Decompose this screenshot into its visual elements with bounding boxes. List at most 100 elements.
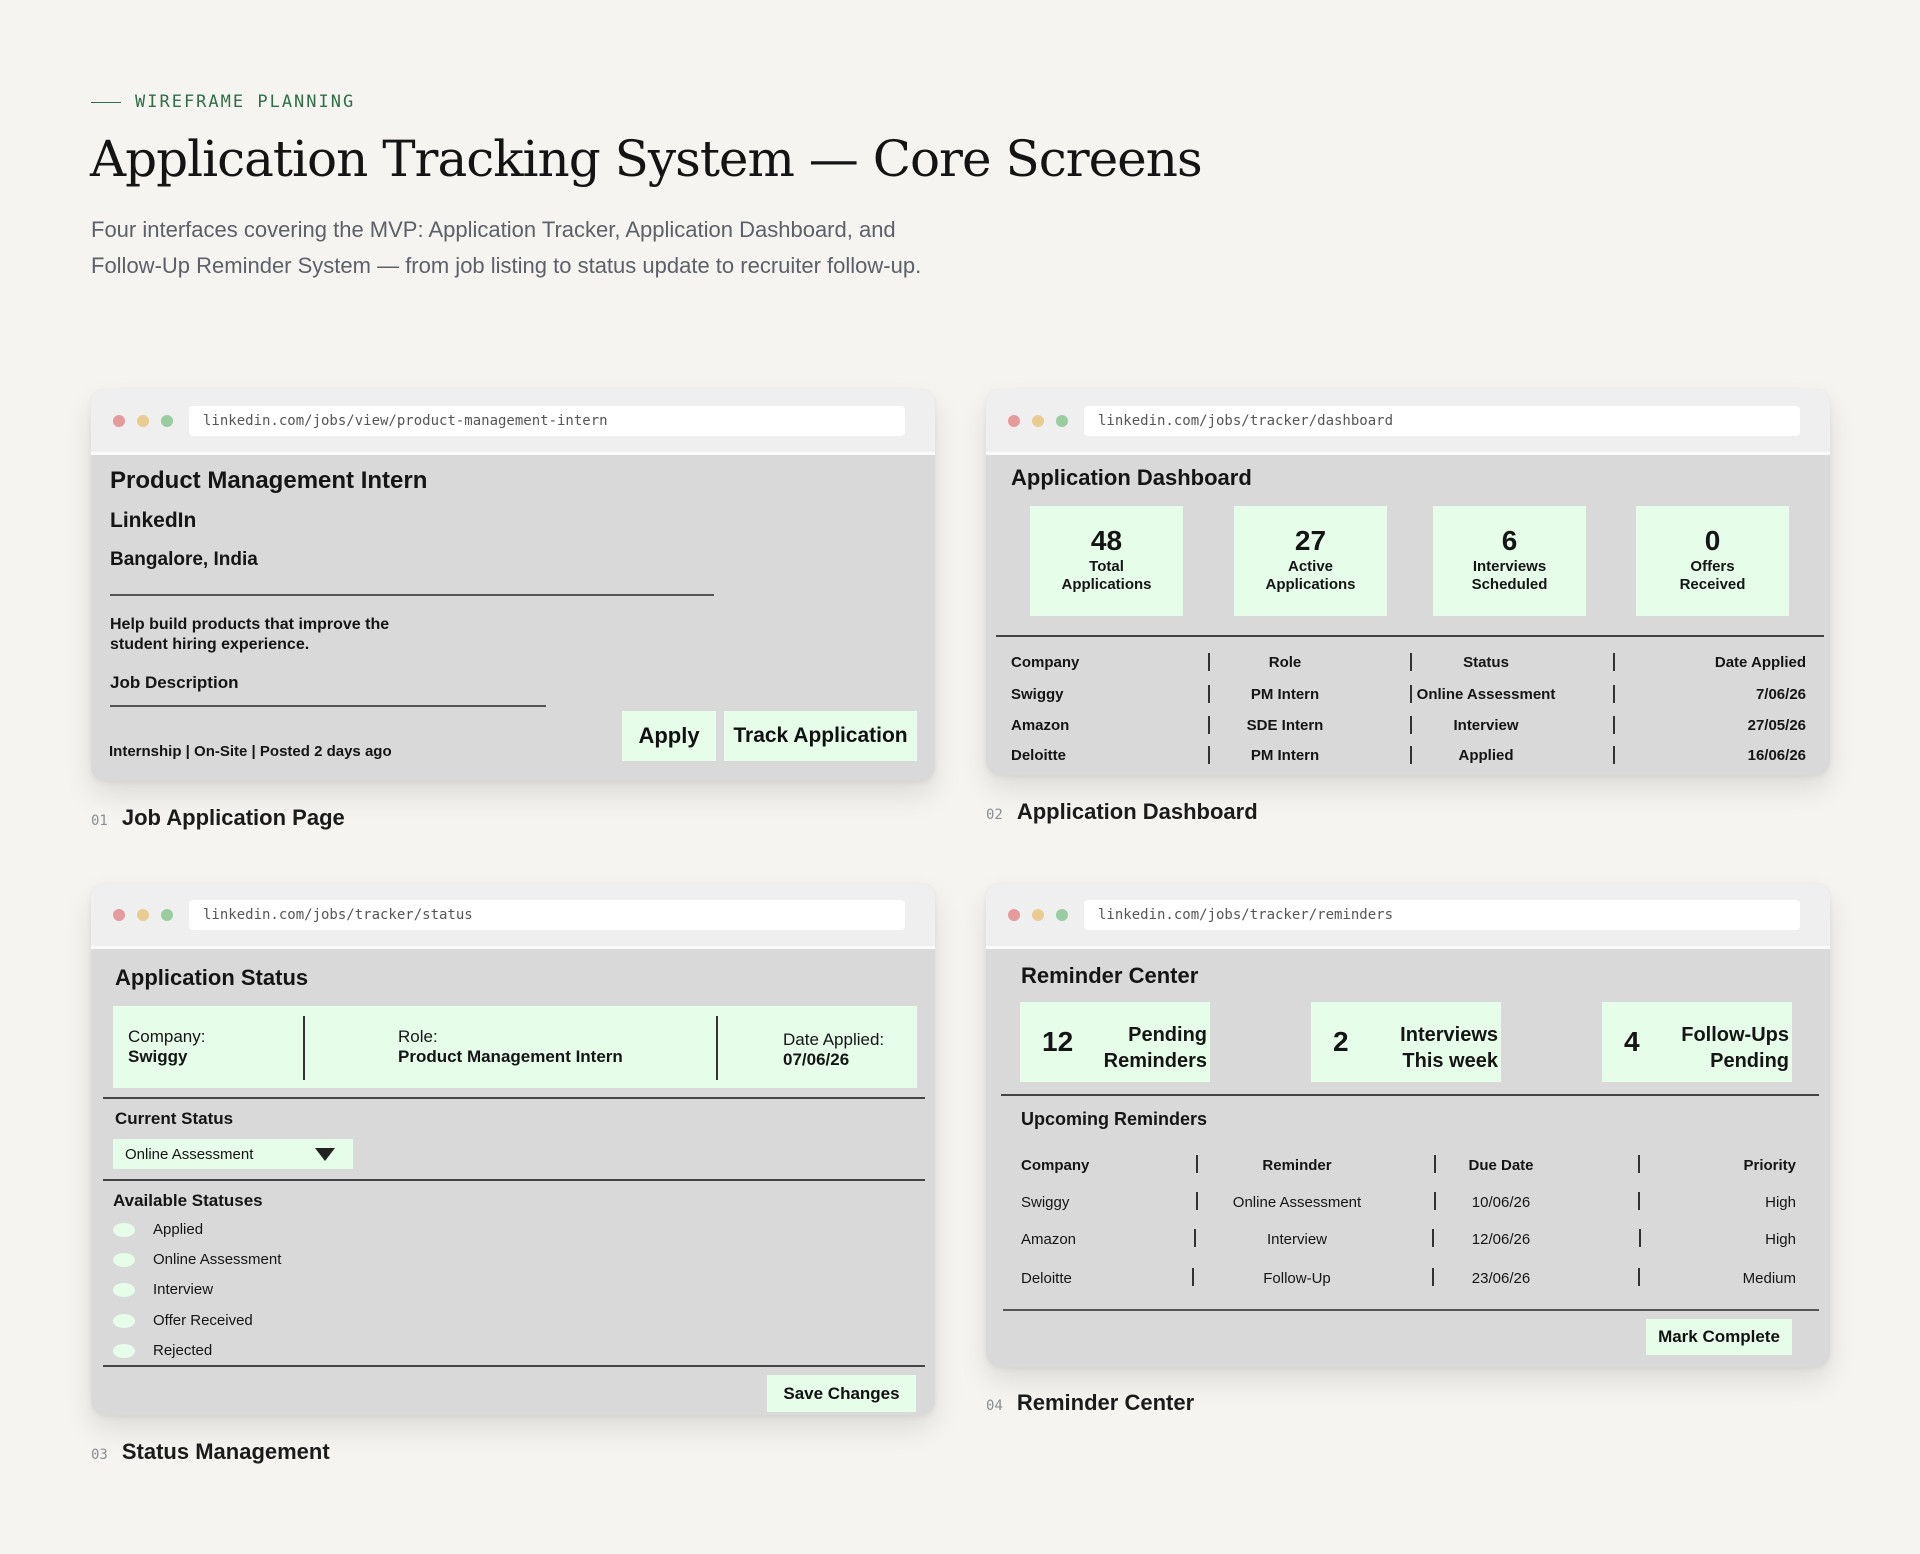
reminders-title: Reminder Center [1021, 963, 1199, 988]
table-cell-date: 16/06/26 [1747, 747, 1806, 764]
radio-icon[interactable] [113, 1282, 135, 1297]
minimize-dot-icon[interactable] [1032, 908, 1044, 921]
stat-label: Interviews This week [1400, 1022, 1498, 1074]
table-header-date: Date Applied [1714, 654, 1806, 671]
current-status-label: Current Status [115, 1109, 234, 1128]
close-dot-icon[interactable] [113, 908, 125, 921]
stat-label: Offers Received [1679, 558, 1746, 593]
eyebrow: WIREFRAME PLANNING [91, 92, 355, 112]
table-cell-reminder: Online Assessment [1232, 1194, 1362, 1211]
status-option-label: Online Assessment [153, 1251, 282, 1268]
date-value: 07/06/26 [783, 1050, 850, 1069]
stat-label: Active Applications [1265, 558, 1356, 593]
caption-label: Status Management [121, 1439, 330, 1464]
column-separator [1613, 685, 1615, 703]
screen-caption: 01 Job Application Page [91, 805, 345, 831]
table-cell-date: 27/05/26 [1747, 717, 1806, 734]
status-option[interactable]: Online Assessment [113, 1251, 281, 1268]
track-application-button[interactable]: Track Application [724, 711, 917, 761]
address-bar[interactable]: linkedin.com/jobs/view/product-managemen… [189, 405, 905, 436]
column-separator [1410, 716, 1412, 734]
table-cell-date: 7/06/26 [1755, 686, 1806, 703]
browser-chrome: linkedin.com/jobs/tracker/status [91, 883, 935, 949]
application-info-panel: Company: Swiggy Role: Product Management… [113, 1006, 917, 1088]
caption-number: 04 [986, 1398, 1003, 1414]
minimize-dot-icon[interactable] [137, 908, 149, 921]
page-title: Application Tracking System — Core Scree… [90, 130, 1203, 188]
stat-card-active: 27 Active Applications [1234, 506, 1387, 616]
table-cell-reminder: Interview [1266, 1231, 1328, 1248]
column-separator [1638, 1268, 1640, 1286]
maximize-dot-icon[interactable] [1056, 908, 1068, 921]
column-separator [1613, 716, 1615, 734]
table-cell-status: Applied [1458, 747, 1514, 764]
status-option[interactable]: Offer Received [113, 1312, 253, 1329]
minimize-dot-icon[interactable] [1032, 414, 1044, 427]
stat-card-total: 48 Total Applications [1030, 506, 1183, 616]
maximize-dot-icon[interactable] [1056, 414, 1068, 427]
column-separator [1192, 1268, 1194, 1286]
apply-button[interactable]: Apply [622, 711, 716, 761]
stat-label-line: Interviews [1400, 1024, 1498, 1046]
stat-card-offers: 0 Offers Received [1636, 506, 1789, 616]
role-label: Role: [398, 1027, 438, 1046]
table-cell-priority: High [1765, 1231, 1796, 1248]
screen-caption: 04 Reminder Center [986, 1390, 1194, 1416]
job-meta: Internship | On-Site | Posted 2 days ago [109, 743, 392, 760]
close-dot-icon[interactable] [1008, 908, 1020, 921]
column-separator [1638, 1155, 1640, 1173]
stat-label-line: Follow-Ups [1681, 1024, 1789, 1046]
table-header-company: Company [1011, 654, 1080, 671]
address-bar[interactable]: linkedin.com/jobs/tracker/reminders [1084, 899, 1800, 930]
page-subtitle: Four interfaces covering the MVP: Applic… [91, 217, 922, 278]
stat-value: 0 [1704, 525, 1721, 556]
close-dot-icon[interactable] [113, 414, 125, 427]
radio-icon[interactable] [113, 1343, 135, 1358]
radio-icon[interactable] [113, 1222, 135, 1237]
table-cell-company: Swiggy [1011, 686, 1064, 703]
status-option[interactable]: Applied [113, 1221, 203, 1238]
chevron-down-icon [315, 1148, 335, 1161]
column-separator [1432, 1229, 1434, 1247]
role-value: Product Management Intern [398, 1047, 623, 1066]
job-description: Help build products that improve the stu… [110, 616, 390, 653]
job-description-heading: Job Description [110, 673, 239, 692]
radio-icon[interactable] [113, 1313, 135, 1328]
stat-label: Interviews Scheduled [1471, 558, 1548, 593]
status-dropdown[interactable]: Online Assessment [113, 1139, 353, 1169]
divider [103, 1179, 925, 1181]
date-block: Date Applied: 07/06/26 [783, 1030, 884, 1070]
table-cell-due-date: 12/06/26 [1471, 1231, 1531, 1248]
status-option[interactable]: Rejected [113, 1342, 212, 1359]
address-bar[interactable]: linkedin.com/jobs/tracker/dashboard [1084, 405, 1800, 436]
table-header-company: Company [1021, 1157, 1090, 1174]
table-cell-reminder: Follow-Up [1263, 1270, 1331, 1287]
eyebrow-rule [91, 101, 121, 103]
maximize-dot-icon[interactable] [161, 414, 173, 427]
job-company: LinkedIn [110, 509, 197, 532]
status-option[interactable]: Interview [113, 1281, 213, 1298]
divider [110, 705, 546, 707]
table-cell-company: Amazon [1021, 1231, 1077, 1248]
table-cell-due-date: 10/06/26 [1471, 1194, 1531, 1211]
job-title: Product Management Intern [110, 467, 428, 494]
minimize-dot-icon[interactable] [137, 414, 149, 427]
mark-complete-button[interactable]: Mark Complete [1646, 1319, 1792, 1355]
table-cell-priority: High [1765, 1194, 1796, 1211]
save-changes-button[interactable]: Save Changes [767, 1375, 916, 1412]
close-dot-icon[interactable] [1008, 414, 1020, 427]
status-option-label: Rejected [153, 1342, 213, 1359]
radio-icon[interactable] [113, 1252, 135, 1267]
address-bar[interactable]: linkedin.com/jobs/tracker/status [189, 899, 905, 930]
reminder-center-screen: linkedin.com/jobs/tracker/reminders Remi… [986, 883, 1830, 1367]
column-separator [1613, 746, 1615, 764]
application-dashboard-screen: linkedin.com/jobs/tracker/dashboard Appl… [986, 389, 1830, 775]
table-cell-company: Amazon [1011, 717, 1070, 734]
job-application-screen: linkedin.com/jobs/view/product-managemen… [91, 389, 935, 781]
column-separator [1613, 653, 1615, 671]
maximize-dot-icon[interactable] [161, 908, 173, 921]
stat-value: 27 [1294, 525, 1327, 556]
table-header-due-date: Due Date [1468, 1157, 1534, 1174]
job-location: Bangalore, India [110, 549, 258, 570]
column-separator [1638, 1192, 1640, 1210]
